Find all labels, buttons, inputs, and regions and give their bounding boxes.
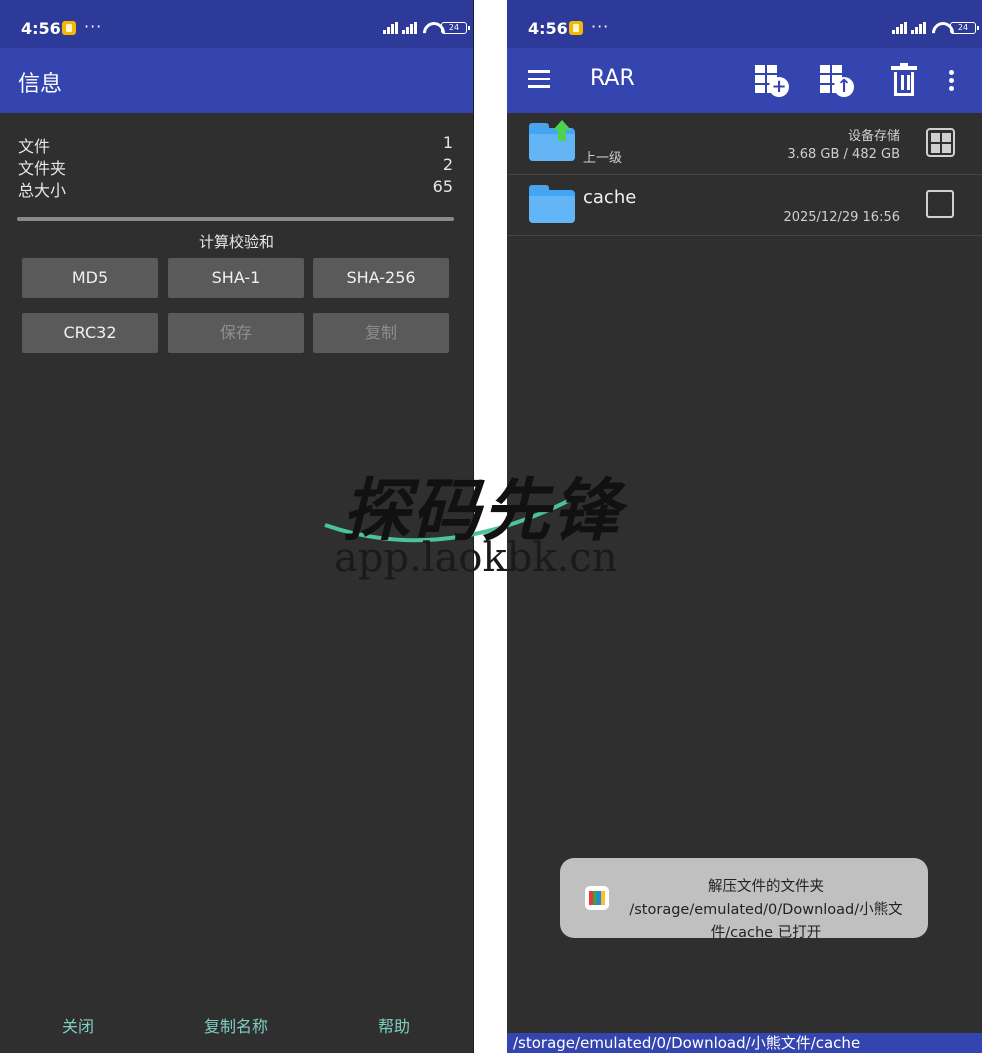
folder-up-icon: [529, 120, 575, 161]
status-time: 4:56: [528, 19, 568, 38]
status-bar: 4:56 ··· 24: [507, 0, 982, 48]
toast-notification: 解压文件的文件夹 /storage/emulated/0/Download/小熊…: [560, 858, 928, 941]
info-label: 文件: [18, 137, 51, 156]
more-options-icon[interactable]: [949, 70, 955, 92]
delete-icon[interactable]: [891, 63, 917, 96]
storage-label: 设备存储: [847, 129, 900, 144]
checksum-section-title: 计算校验和: [198, 233, 274, 251]
md5-button[interactable]: MD5: [22, 258, 158, 298]
toast-message: 解压文件的文件夹 /storage/emulated/0/Download/小熊…: [629, 879, 903, 941]
app-bar: 信息: [0, 48, 473, 113]
file-sub-label: 上一级: [583, 151, 623, 166]
folder-icon: [529, 185, 575, 223]
info-screen: 4:56 ··· 24 信息 文件 1 文件夹 2 总大小 65 计算校验和 M…: [0, 0, 474, 1053]
copy-button[interactable]: 复制: [313, 313, 449, 353]
more-notifications-icon: ···: [84, 17, 103, 36]
battery-icon: 24: [441, 22, 470, 34]
info-value: 65: [432, 177, 453, 196]
select-checkbox[interactable]: [926, 190, 954, 218]
page-title: 信息: [18, 72, 63, 97]
storage-usage: 3.68 GB / 482 GB: [787, 147, 900, 162]
list-item-cache-folder[interactable]: cache 2025/12/29 16:56: [507, 175, 982, 236]
view-toggle-icon[interactable]: [926, 128, 955, 157]
extract-files-icon[interactable]: ↑: [820, 65, 858, 97]
notification-icon: [569, 21, 583, 35]
info-value: 2: [442, 155, 453, 174]
file-modified-date: 2025/12/29 16:56: [783, 210, 900, 225]
wifi-icon: [423, 22, 441, 34]
app-title: RAR: [590, 66, 635, 91]
signal-icons: [383, 22, 441, 34]
rar-app-icon: [585, 886, 609, 910]
info-value: 1: [442, 133, 453, 152]
add-to-archive-icon[interactable]: +: [755, 65, 793, 97]
signal-icon: [892, 22, 907, 34]
save-button[interactable]: 保存: [168, 313, 304, 353]
info-row-files: 文件 1: [18, 133, 453, 156]
wifi-icon: [932, 22, 950, 34]
file-name: cache: [583, 187, 637, 208]
info-row-total-size: 总大小 65: [18, 177, 453, 200]
divider: [17, 217, 454, 221]
battery-icon: 24: [950, 22, 979, 34]
signal-icon: [911, 22, 926, 34]
info-row-folders: 文件夹 2: [18, 155, 453, 178]
sha256-button[interactable]: SHA-256: [313, 258, 449, 298]
help-button[interactable]: 帮助: [378, 1013, 410, 1037]
status-time: 4:56: [21, 19, 61, 38]
crc32-button[interactable]: CRC32: [22, 313, 158, 353]
current-path-bar: /storage/emulated/0/Download/小熊文件/cache: [507, 1033, 982, 1053]
copy-name-button[interactable]: 复制名称: [204, 1013, 268, 1037]
more-notifications-icon: ···: [591, 17, 610, 36]
status-bar: 4:56 ··· 24: [0, 0, 473, 48]
signal-icons: [892, 22, 950, 34]
notification-icon: [62, 21, 76, 35]
list-item-parent-folder[interactable]: 上一级 设备存储 3.68 GB / 482 GB: [507, 113, 982, 175]
menu-icon[interactable]: [528, 70, 550, 88]
close-button[interactable]: 关闭: [62, 1013, 94, 1037]
sha1-button[interactable]: SHA-1: [168, 258, 304, 298]
signal-icon: [383, 22, 398, 34]
info-label: 总大小: [18, 181, 67, 200]
signal-icon: [402, 22, 417, 34]
info-label: 文件夹: [18, 159, 67, 178]
rar-file-browser: 4:56 ··· 24 RAR + ↑ 上一级 设备存储 3.68 GB / 4…: [507, 0, 982, 1053]
app-bar: RAR + ↑: [507, 48, 982, 113]
